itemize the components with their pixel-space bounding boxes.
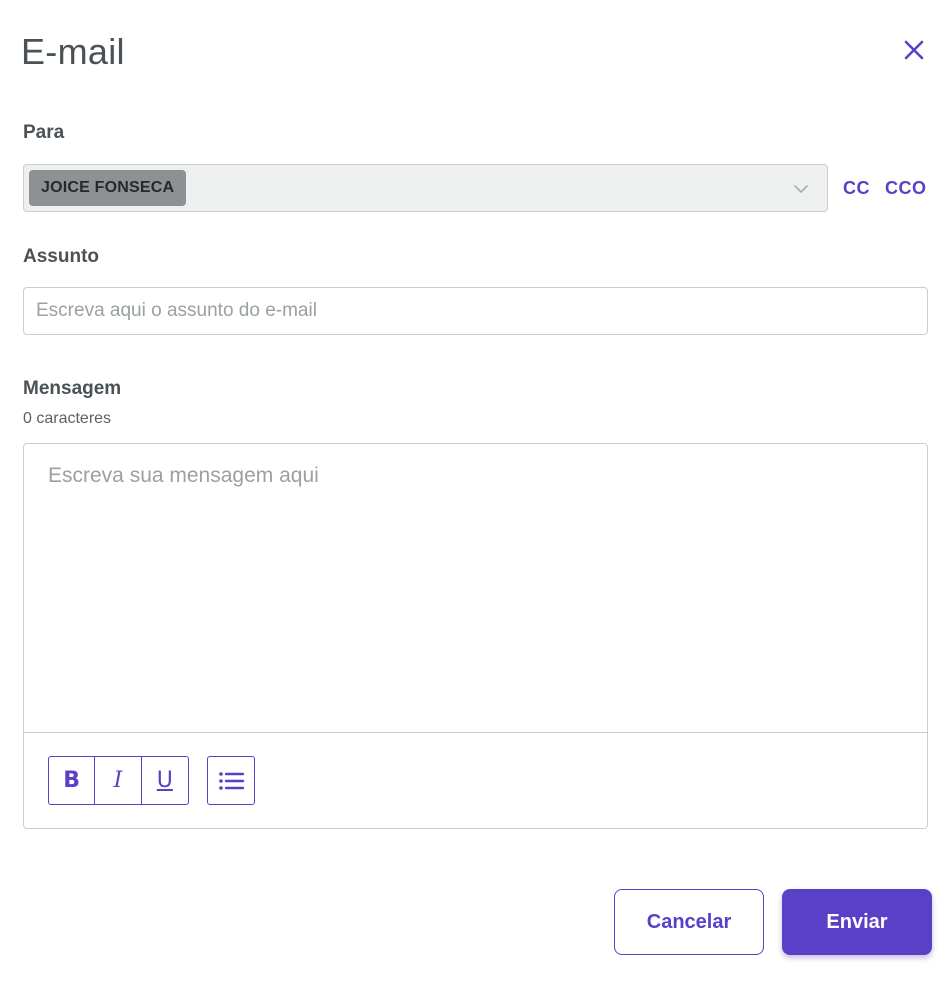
cc-link[interactable]: CC	[843, 178, 870, 199]
char-counter: 0 caracteres	[23, 410, 112, 427]
to-label: Para	[23, 122, 65, 143]
editor-toolbar: B I U	[24, 732, 927, 828]
message-label: Mensagem	[23, 378, 122, 399]
chevron-down-icon	[794, 185, 808, 193]
recipient-chip[interactable]: JOICE FONSECA	[29, 170, 187, 206]
message-editor: B I U	[23, 443, 928, 829]
message-textarea[interactable]	[24, 444, 927, 732]
subject-label: Assunto	[23, 246, 99, 267]
text-format-group: B I U	[48, 756, 189, 805]
bullet-list-icon	[219, 771, 245, 790]
subject-input[interactable]	[23, 287, 928, 335]
send-button[interactable]: Enviar	[782, 889, 932, 955]
underline-button[interactable]: U	[142, 757, 188, 804]
recipient-select[interactable]: JOICE FONSECA	[23, 164, 828, 212]
bold-button[interactable]: B	[49, 757, 96, 804]
cancel-button[interactable]: Cancelar	[614, 889, 764, 955]
modal-title: E-mail	[21, 31, 125, 72]
close-button[interactable]	[900, 36, 928, 64]
bullet-list-button[interactable]	[207, 756, 255, 805]
cco-link[interactable]: CCO	[885, 178, 927, 199]
close-icon	[904, 40, 924, 60]
italic-button[interactable]: I	[95, 757, 142, 804]
